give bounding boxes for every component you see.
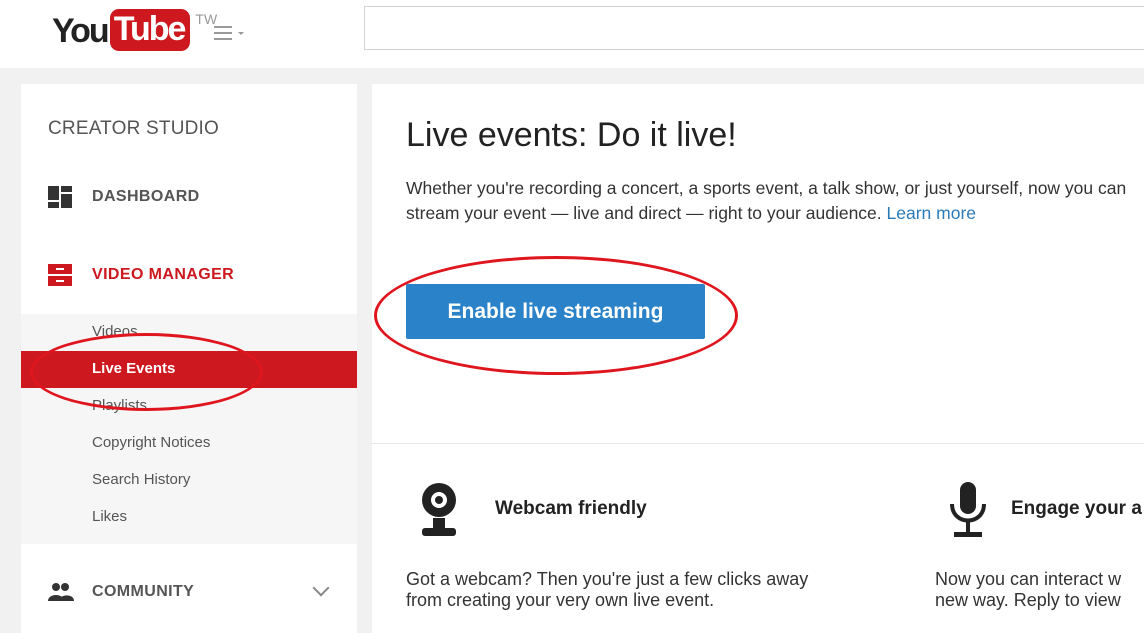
feature-text-engage-line1: Now you can interact w <box>935 569 1122 589</box>
learn-more-link[interactable]: Learn more <box>887 203 977 223</box>
subnav-item-label: Videos <box>92 323 138 340</box>
community-icon <box>48 583 74 601</box>
sidebar-item-dashboard[interactable]: DASHBOARD <box>21 177 357 217</box>
sidebar-item-label: COMMUNITY <box>92 583 195 600</box>
logo-tube-text: Tube <box>109 9 191 51</box>
page-description: Whether you're recording a concert, a sp… <box>406 176 1144 226</box>
youtube-logo[interactable]: You Tube TW <box>52 9 217 51</box>
feature-title-engage: Engage your a <box>1011 498 1142 519</box>
subnav-item-label: Copyright Notices <box>92 434 211 451</box>
enable-live-streaming-button[interactable]: Enable live streaming <box>406 284 705 339</box>
subnav-item-label: Live Events <box>92 360 176 377</box>
logo-you-text: You <box>52 12 110 50</box>
sidebar-item-video-manager[interactable]: VIDEO MANAGER <box>21 255 357 295</box>
feature-title-webcam: Webcam friendly <box>495 498 647 519</box>
hamburger-icon <box>214 26 232 44</box>
microphone-icon <box>950 482 986 537</box>
search-input[interactable] <box>364 6 1144 50</box>
subnav-item-search-history[interactable]: Search History <box>21 462 357 499</box>
creator-studio-sidebar: CREATOR STUDIO DASHBOARD VIDEO MANAGER V… <box>21 84 357 633</box>
subnav-item-playlists[interactable]: Playlists <box>21 388 357 425</box>
subnav-item-label: Search History <box>92 471 191 488</box>
subnav-item-likes[interactable]: Likes <box>21 499 357 536</box>
feature-text-engage-line2: new way. Reply to view <box>935 590 1121 610</box>
video-manager-icon <box>48 264 72 286</box>
description-text: Whether you're recording a concert, a sp… <box>406 178 1127 223</box>
feature-text-webcam-line1: Got a webcam? Then you're just a few cli… <box>406 569 809 589</box>
subnav-item-copyright-notices[interactable]: Copyright Notices <box>21 425 357 462</box>
sidebar-item-label: DASHBOARD <box>92 188 200 205</box>
section-divider <box>372 443 1144 444</box>
subnav-item-videos[interactable]: Videos <box>21 314 357 351</box>
subnav-item-live-events[interactable]: Live Events <box>21 351 357 388</box>
guide-menu-button[interactable] <box>214 22 254 44</box>
feature-text-webcam-line2: from creating your very own live event. <box>406 590 715 610</box>
caret-down-icon <box>238 32 244 35</box>
subnav-item-label: Playlists <box>92 397 148 414</box>
chevron-down-icon[interactable] <box>312 579 330 597</box>
video-manager-subnav: Videos Live Events Playlists Copyright N… <box>21 314 357 544</box>
webcam-icon <box>422 483 456 536</box>
top-bar: You Tube TW <box>0 0 1144 68</box>
sidebar-item-label: VIDEO MANAGER <box>92 266 235 283</box>
dashboard-icon <box>48 186 72 208</box>
live-events-panel: Live events: Do it live! Whether you're … <box>372 84 1144 633</box>
page-title: Live events: Do it live! <box>406 116 737 154</box>
subnav-item-label: Likes <box>92 508 128 525</box>
sidebar-title: CREATOR STUDIO <box>48 118 219 139</box>
sidebar-item-community[interactable]: COMMUNITY <box>21 572 357 612</box>
